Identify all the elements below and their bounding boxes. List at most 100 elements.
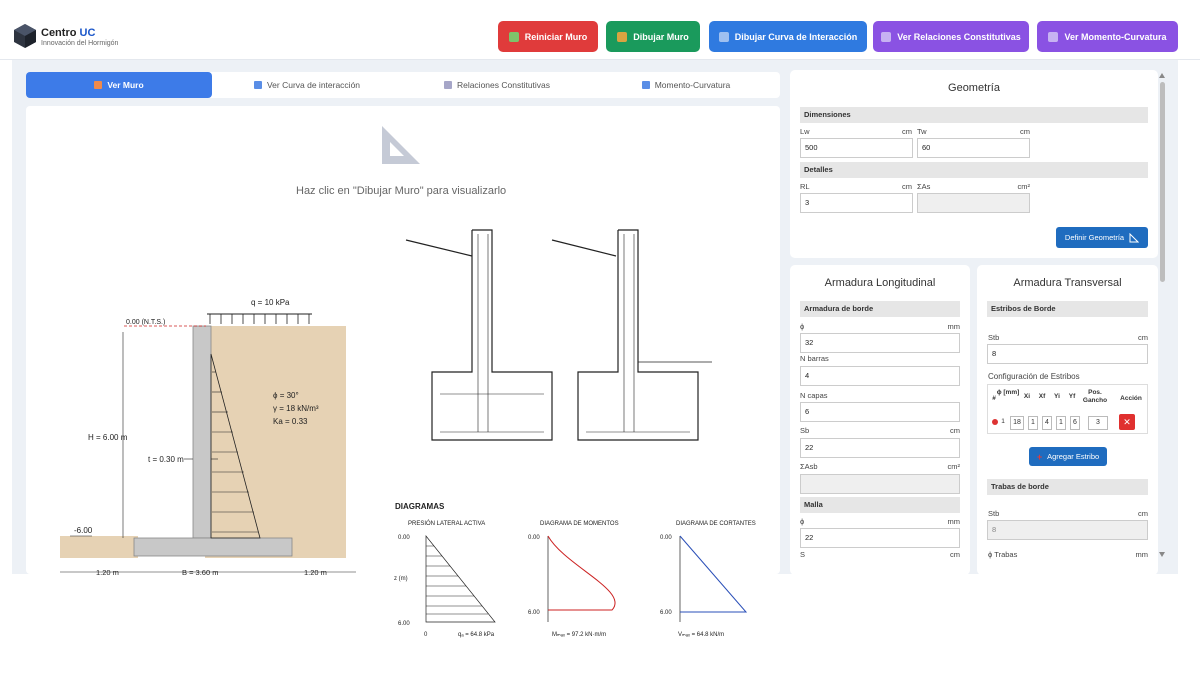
stb-unit: cm [1138,333,1148,342]
pressure-diagram-title: PRESIÓN LATERAL ACTIVA [408,520,485,527]
base-width-label: B = 3.60 m [182,568,218,577]
define-geometry-button[interactable]: Definir Geometría [1056,227,1148,248]
tie-phi-label: ϕ Trabas [988,550,1018,559]
ka-label: Ka = 0.33 [273,417,308,426]
phi-label: ϕ = 30° [273,391,299,400]
col-xi: Xi [1023,393,1031,400]
row-xi-input[interactable]: 1 [1028,416,1038,430]
sb-input[interactable]: 22 [800,438,960,458]
tab-constitutive[interactable]: Relaciones Constitutivas [402,72,592,98]
scroll-thumb[interactable] [1160,82,1165,282]
tab-wall-label: Ver Muro [107,80,144,90]
stirrup-config-table: # ϕ [mm] Xi Xf Yi Yf Pos. Gancho Acción … [987,384,1148,434]
tab-moment-curvature[interactable]: Momento-Curvatura [592,72,780,98]
stt-label: Stb [988,509,1000,518]
draw-wall-button[interactable]: Dibujar Muro [606,21,700,52]
n-bars-label: N barras [800,354,829,363]
puzzle-icon [508,31,519,42]
stirrup-config-label: Configuración de Estribos [988,372,1080,381]
logo-icon [14,24,36,48]
moment-top-label: 0.00 [528,535,540,541]
depth-label: -6.00 [74,526,93,535]
right-scrollbar[interactable] [1158,70,1168,562]
rl-input[interactable]: 3 [800,193,913,213]
stb-input[interactable]: 8 [987,344,1148,364]
mesh-section: Malla [800,497,960,513]
lw-unit: cm [902,127,912,136]
moment-curvature-button[interactable]: Ver Momento-Curvatura [1037,21,1178,52]
edge-ties-section: Trabas de borde [987,479,1148,495]
lw-input[interactable]: 500 [800,138,913,158]
sum-as-input [917,193,1030,213]
plus-icon: + [1036,451,1043,462]
height-label: H = 6.00 m [88,433,128,442]
thickness-label: t = 0.30 m [148,455,184,464]
diagrams-title: DIAGRAMAS [395,502,445,511]
sum-asb-input [800,474,960,494]
section-left [405,229,553,441]
shear-diagram-title: DIAGRAMA DE CORTANTES [676,521,756,527]
bar-chart-icon [1048,31,1059,42]
soil-front [60,536,138,558]
moment-max-label: Mₘₐₓ = 97.2 kN·m/m [552,632,606,638]
sum-as-label: ΣAs [917,182,931,191]
brand-name: Centro UC [41,27,96,39]
edge-stirrups-section: Estribos de Borde [987,301,1148,317]
tab-moment-label: Momento-Curvatura [654,80,731,90]
sum-asb-unit: cm² [947,462,961,471]
col-yi: Yi [1054,393,1060,400]
row-phi-input[interactable]: 18 [1010,416,1024,430]
row-yf-input[interactable]: 6 [1070,416,1080,430]
bar-chart-icon [253,81,262,89]
surcharge-label: q = 10 kPa [251,298,290,307]
gamma-label: γ = 18 kN/m³ [273,404,319,413]
wall-icon [617,31,628,42]
mesh-phi-unit: mm [947,517,961,526]
row-yi-input[interactable]: 1 [1056,416,1066,430]
phi-input[interactable]: 32 [800,333,960,353]
pressure-hatch [426,545,488,615]
reset-wall-button[interactable]: Reiniciar Muro [498,21,598,52]
retaining-wall-figure: q = 10 kPa 0.00 (N.T.S.) H = 6.00 m t = … [60,292,356,584]
n-layers-input[interactable]: 6 [800,402,960,422]
draw-interaction-curve-button[interactable]: Dibujar Curva de Interacción [709,21,867,52]
col-xf: Xf [1038,393,1046,400]
tab-constitutive-label: Relaciones Constitutivas [456,80,551,90]
details-section: Detalles [800,162,1148,178]
shear-max-label: Vₘₐₓ = 64.8 kN/m [678,632,724,638]
row-xf-input[interactable]: 4 [1042,416,1052,430]
stb-label: Stb [988,333,1000,342]
soil-backfill [205,326,346,558]
tab-interaction-curve[interactable]: Ver Curva de interacción [212,72,402,98]
brand-subtitle: Innovación del Hormigón [41,40,119,47]
scroll-down-icon[interactable] [1159,552,1165,557]
add-stirrup-button[interactable]: + Agregar Estribo [1029,447,1107,466]
delete-row-button[interactable]: ✕ [1119,414,1135,430]
tie-phi-unit: mm [1135,550,1149,559]
mesh-phi-input[interactable]: 22 [800,528,960,548]
row-hook-input[interactable]: 3 [1088,416,1108,430]
n-bars-input[interactable]: 4 [800,366,960,386]
tw-input[interactable]: 60 [917,138,1030,158]
pressure-max-label: qₐ = 64.8 kPa [458,632,495,638]
define-geometry-label: Definir Geometría [1064,233,1125,242]
toe-width-label: 1.20 m [96,568,119,577]
constitutive-relations-button[interactable]: Ver Relaciones Constitutivas [873,21,1029,52]
row-index: 1 [1001,418,1005,425]
stt-unit: cm [1138,509,1148,518]
stt-input: 8 [987,520,1148,540]
lw-label: Lw [800,127,810,136]
tab-wall[interactable]: Ver Muro [26,72,212,98]
phi-unit: mm [947,322,961,331]
line-chart-icon [443,81,452,89]
top-header: Centro UC Innovación del Hormigón Reinic… [0,0,1200,60]
relations-label: Ver Relaciones Constitutivas [897,31,1021,42]
pressure-axis-label: z (m) [394,576,408,582]
scroll-up-icon[interactable] [1159,73,1165,78]
bar-chart-icon [718,31,729,42]
rl-unit: cm [902,182,912,191]
longitudinal-title: Armadura Longitudinal [824,277,936,289]
pressure-top-label: 0.00 [398,535,410,541]
col-hook: Pos. Gancho [1082,389,1108,404]
heel-width-label: 1.20 m [304,568,327,577]
